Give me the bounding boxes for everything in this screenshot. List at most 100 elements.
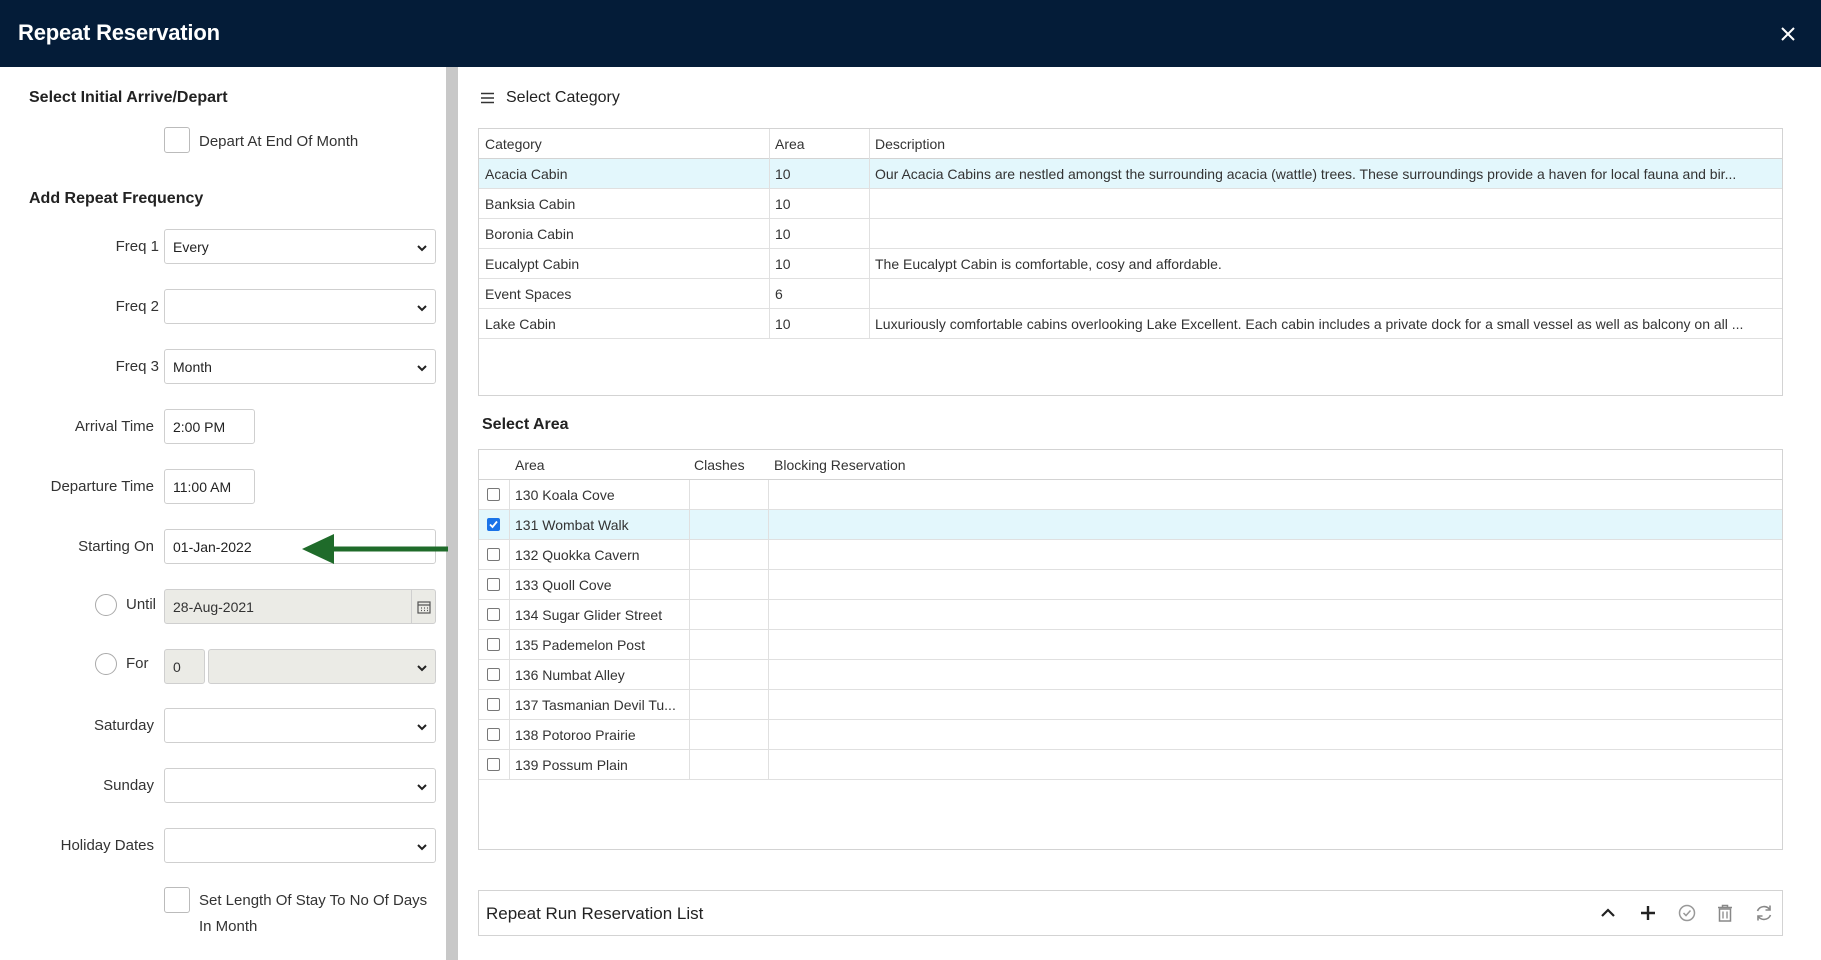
freq1-label: Freq 1 bbox=[115, 238, 159, 255]
until-date-input[interactable]: 28-Aug-2021 bbox=[164, 589, 436, 624]
starting-on-value: 01-Jan-2022 bbox=[173, 539, 252, 555]
freq1-select[interactable]: Every bbox=[164, 229, 436, 264]
area-checkbox[interactable] bbox=[487, 578, 500, 591]
for-radio[interactable] bbox=[95, 653, 117, 675]
category-row[interactable]: Boronia Cabin 10 bbox=[479, 219, 1782, 249]
initial-section-title: Select Initial Arrive/Depart bbox=[29, 89, 228, 106]
area-row[interactable]: 137 Tasmanian Devil Tu... bbox=[479, 690, 1782, 720]
category-description: Our Acacia Cabins are nestled amongst th… bbox=[875, 166, 1737, 182]
area-grid: Area Clashes Blocking Reservation 130 Ko… bbox=[478, 449, 1783, 850]
category-area-count: 10 bbox=[775, 226, 791, 242]
arrival-time-input[interactable]: 2:00 PM bbox=[164, 409, 255, 444]
calendar-icon[interactable] bbox=[411, 590, 435, 623]
column-header-blocking-reservation: Blocking Reservation bbox=[774, 457, 906, 473]
category-name: Eucalypt Cabin bbox=[485, 256, 580, 272]
area-name: 132 Quokka Cavern bbox=[515, 547, 640, 563]
area-checkbox[interactable] bbox=[487, 758, 500, 771]
freq2-select[interactable] bbox=[164, 289, 436, 324]
menu-icon[interactable] bbox=[481, 92, 494, 104]
freq3-label: Freq 3 bbox=[115, 358, 159, 375]
area-checkbox[interactable] bbox=[487, 728, 500, 741]
holiday-dates-select[interactable] bbox=[164, 828, 436, 863]
column-header-area: Area bbox=[775, 136, 805, 152]
category-grid-header: Category Area Description bbox=[479, 129, 1782, 159]
area-name: 136 Numbat Alley bbox=[515, 667, 625, 683]
repeat-section-title: Add Repeat Frequency bbox=[29, 190, 204, 207]
area-name: 131 Wombat Walk bbox=[515, 517, 629, 533]
freq1-value: Every bbox=[173, 239, 209, 255]
dialog-title: Repeat Reservation bbox=[18, 20, 220, 45]
set-length-label-line1: Set Length Of Stay To No Of Days bbox=[199, 892, 428, 909]
category-area-count: 10 bbox=[775, 316, 791, 332]
area-name: 130 Koala Cove bbox=[515, 487, 615, 503]
area-checkbox[interactable] bbox=[487, 608, 500, 621]
category-row[interactable]: Lake Cabin 10 Luxuriously comfortable cabi… bbox=[479, 309, 1782, 339]
area-row[interactable]: 133 Quoll Cove bbox=[479, 570, 1782, 600]
area-checkbox[interactable] bbox=[487, 518, 500, 531]
departure-time-label: Departure Time bbox=[50, 478, 154, 495]
check-circle-icon[interactable] bbox=[1676, 902, 1698, 924]
area-checkbox[interactable] bbox=[487, 638, 500, 651]
area-grid-header: Area Clashes Blocking Reservation bbox=[479, 450, 1782, 480]
category-row[interactable]: Acacia Cabin 10 Our Acacia Cabins are nest… bbox=[479, 159, 1782, 189]
departure-time-input[interactable]: 11:00 AM bbox=[164, 469, 255, 504]
area-checkbox[interactable] bbox=[487, 698, 500, 711]
area-checkbox[interactable] bbox=[487, 548, 500, 561]
sunday-label: Sunday bbox=[103, 777, 154, 794]
category-row[interactable]: Banksia Cabin 10 bbox=[479, 189, 1782, 219]
depart-end-month-checkbox[interactable] bbox=[164, 127, 190, 153]
category-heading: Select Category bbox=[506, 89, 620, 106]
category-description: The Eucalypt Cabin is comfortable, cosy … bbox=[875, 256, 1222, 272]
chevron-down-icon bbox=[417, 784, 427, 791]
until-date-value: 28-Aug-2021 bbox=[173, 599, 254, 615]
category-name: Acacia Cabin bbox=[485, 166, 568, 182]
trash-icon[interactable] bbox=[1714, 902, 1736, 924]
chevron-down-icon bbox=[417, 844, 427, 851]
category-name: Lake Cabin bbox=[485, 316, 556, 332]
area-row[interactable]: 139 Possum Plain bbox=[479, 750, 1782, 780]
column-header-area: Area bbox=[515, 457, 545, 473]
close-icon[interactable] bbox=[1777, 22, 1799, 44]
area-checkbox[interactable] bbox=[487, 668, 500, 681]
for-unit-select[interactable] bbox=[208, 649, 436, 684]
for-label: For bbox=[126, 655, 149, 672]
sunday-select[interactable] bbox=[164, 768, 436, 803]
category-row[interactable]: Event Spaces 6 bbox=[479, 279, 1782, 309]
area-row[interactable]: 132 Quokka Cavern bbox=[479, 540, 1782, 570]
left-panel-scrollbar[interactable] bbox=[446, 67, 458, 960]
arrival-time-label: Arrival Time bbox=[74, 418, 154, 435]
category-row[interactable]: Eucalypt Cabin 10 The Eucalypt Cabin is co… bbox=[479, 249, 1782, 279]
until-radio[interactable] bbox=[95, 594, 117, 616]
holiday-dates-label: Holiday Dates bbox=[60, 837, 154, 854]
area-row[interactable]: 134 Sugar Glider Street bbox=[479, 600, 1782, 630]
category-name: Boronia Cabin bbox=[485, 226, 574, 242]
freq3-select[interactable]: Month bbox=[164, 349, 436, 384]
left-panel: Select Initial Arrive/Depart Depart At E… bbox=[0, 67, 446, 960]
area-row[interactable]: 131 Wombat Walk bbox=[479, 510, 1782, 540]
area-name: 139 Possum Plain bbox=[515, 757, 628, 773]
chevron-down-icon bbox=[417, 724, 427, 731]
chevron-down-icon bbox=[417, 365, 427, 372]
category-name: Banksia Cabin bbox=[485, 196, 576, 212]
refresh-icon[interactable] bbox=[1753, 902, 1775, 924]
set-length-checkbox[interactable] bbox=[164, 887, 190, 913]
category-area-count: 10 bbox=[775, 166, 791, 182]
area-row[interactable]: 135 Pademelon Post bbox=[479, 630, 1782, 660]
area-row[interactable]: 136 Numbat Alley bbox=[479, 660, 1782, 690]
chevron-down-icon bbox=[417, 665, 427, 672]
category-area-count: 10 bbox=[775, 256, 791, 272]
plus-icon[interactable] bbox=[1637, 902, 1659, 924]
depart-end-month-label: Depart At End Of Month bbox=[199, 133, 359, 150]
category-grid: Category Area Description Acacia Cabin 10… bbox=[478, 128, 1783, 396]
area-row[interactable]: 138 Potoroo Prairie bbox=[479, 720, 1782, 750]
chevron-up-icon[interactable] bbox=[1597, 902, 1619, 924]
area-checkbox[interactable] bbox=[487, 488, 500, 501]
column-header-category: Category bbox=[485, 136, 542, 152]
column-header-clashes: Clashes bbox=[694, 457, 745, 473]
freq2-label: Freq 2 bbox=[115, 298, 159, 315]
saturday-select[interactable] bbox=[164, 708, 436, 743]
area-name: 133 Quoll Cove bbox=[515, 577, 612, 593]
for-count-input[interactable]: 0 bbox=[164, 649, 205, 684]
chevron-down-icon bbox=[417, 305, 427, 312]
area-row[interactable]: 130 Koala Cove bbox=[479, 480, 1782, 510]
